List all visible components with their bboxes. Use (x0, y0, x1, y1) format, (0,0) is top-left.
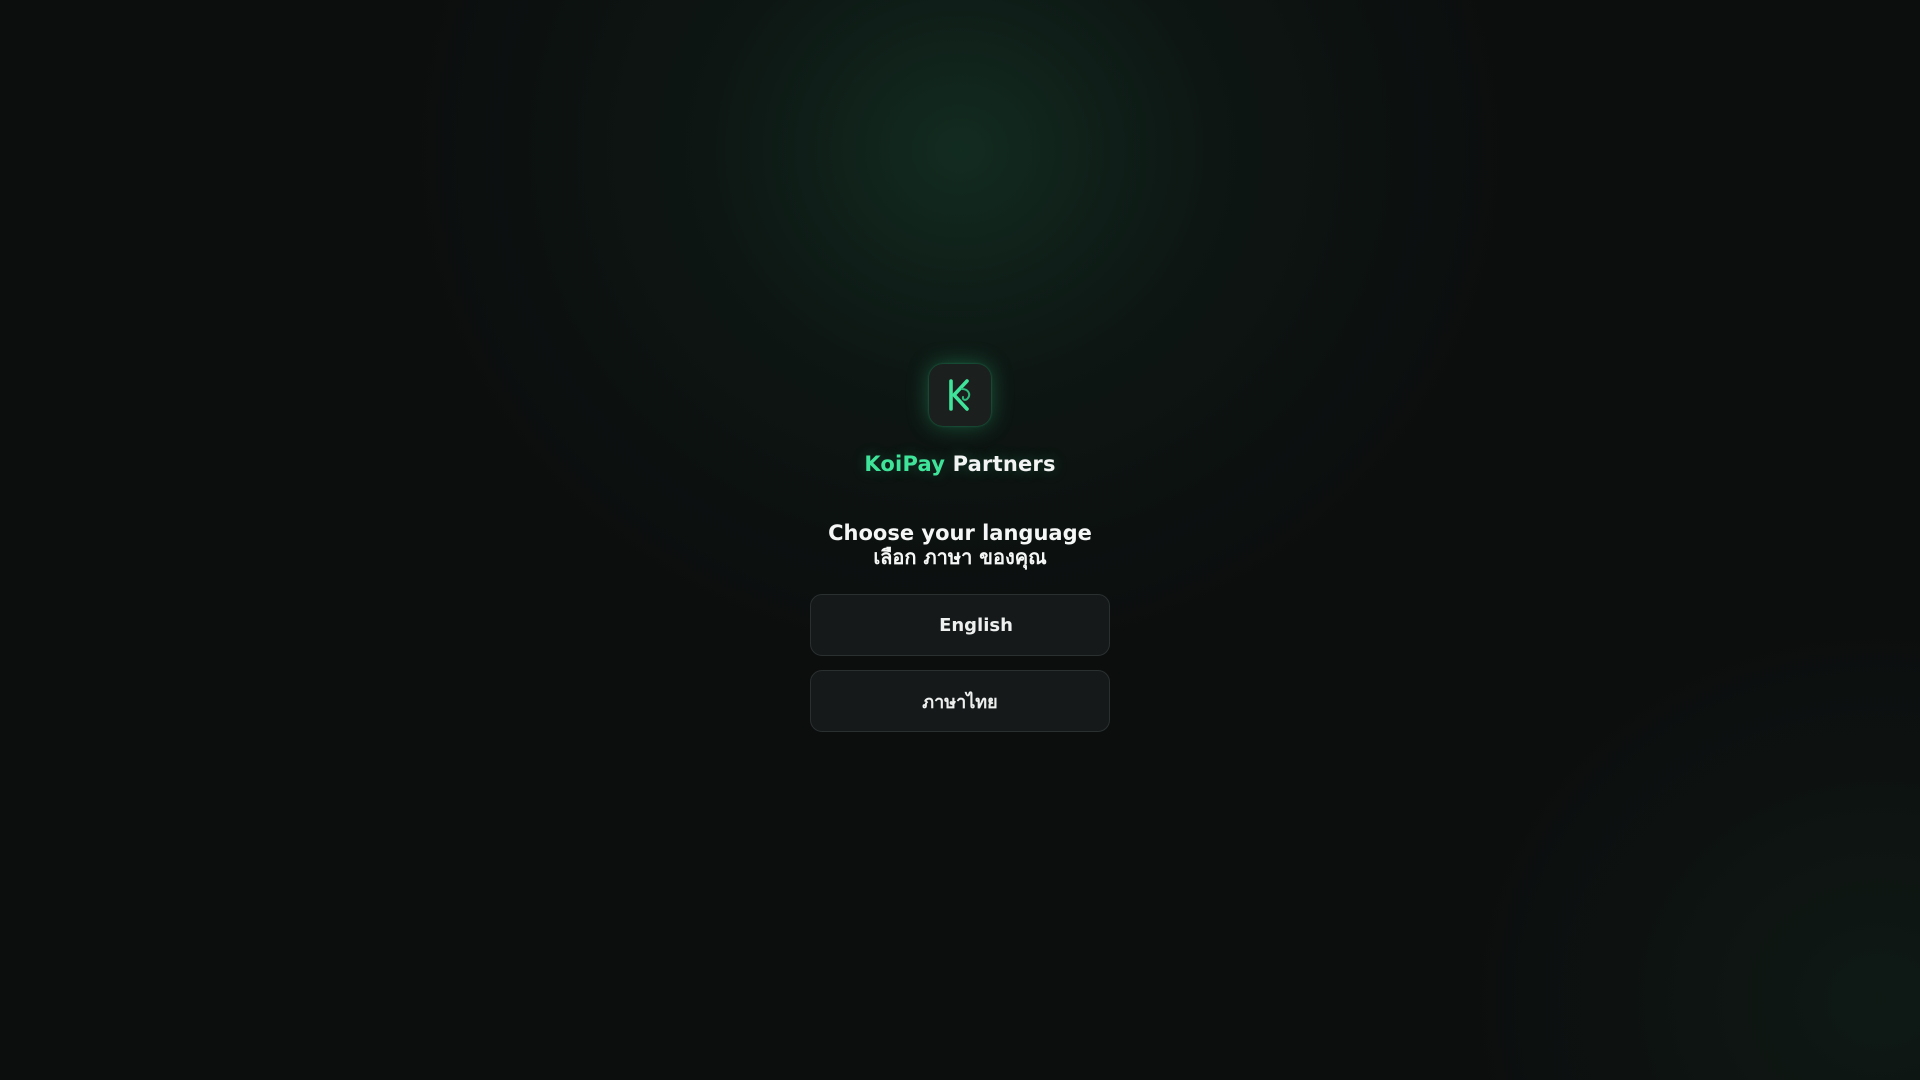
language-option-english[interactable]: English (810, 594, 1110, 656)
language-option-label: English (939, 614, 1013, 636)
language-prompt-subtitle: เลือก ภาษา ของคุณ (873, 545, 1047, 569)
language-option-label: ภาษาไทย (922, 691, 998, 713)
brand-name-rest: Partners (952, 452, 1056, 476)
brand-name-accent: KoiPay (864, 452, 946, 476)
language-option-thai[interactable]: ภาษาไทย (810, 670, 1110, 732)
brand-name: KoiPay Partners (864, 451, 1055, 477)
logo-glyph (949, 379, 971, 411)
language-prompt-title: Choose your language (828, 521, 1092, 545)
koi-k-logo-icon (929, 364, 991, 426)
language-picker: KoiPay Partners Choose your language เลื… (0, 364, 1920, 732)
